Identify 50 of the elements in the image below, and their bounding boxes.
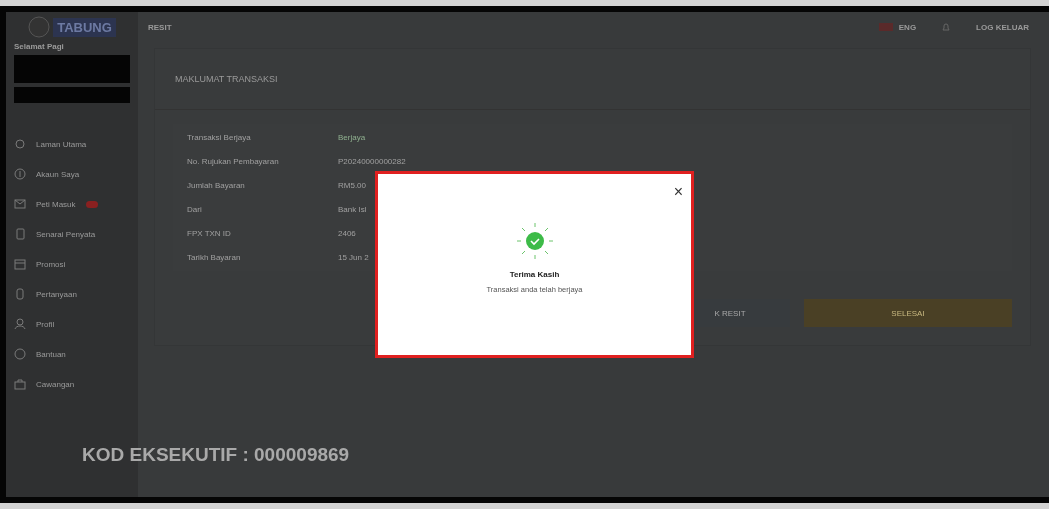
sidebar-label: Cawangan (36, 379, 75, 389)
detail-label: Tarikh Bayaran (186, 252, 241, 264)
panel-title: MAKLUMAT TRANSAKSI (155, 49, 1030, 110)
sidebar-label: Akaun Saya (36, 169, 80, 179)
detail-label: No. Rujukan Pembayaran (186, 156, 279, 168)
sidebar-item[interactable]: Promosi (14, 251, 130, 277)
coin-icon (14, 168, 26, 180)
sidebar-item[interactable]: Bantuan (14, 341, 130, 367)
dialog-title: Terima Kasih (509, 270, 560, 279)
close-button[interactable]: × (671, 184, 685, 200)
sidebar-label: Peti Masuk (36, 199, 76, 209)
bag-icon (14, 378, 26, 390)
sidebar-item[interactable]: Senarai Penyata (14, 221, 130, 247)
sidebar-item[interactable]: Profil (14, 311, 130, 337)
detail-label: FPX TXN ID (186, 228, 231, 240)
detail-value: RM5.00 (338, 180, 366, 192)
success-check-icon (515, 222, 554, 260)
sidebar-label: Laman Utama (36, 139, 87, 149)
flag-icon (878, 23, 893, 31)
detail-label: Jumlah Bayaran (186, 180, 245, 192)
language-link[interactable]: ENG (898, 22, 917, 32)
user-icon (14, 318, 26, 330)
detail-value: P20240000000282 (338, 156, 406, 168)
calendar-icon (14, 258, 26, 270)
bell-icon[interactable] (942, 22, 951, 32)
detail-label: Transaksi Berjaya (186, 132, 251, 144)
document-icon (14, 228, 26, 240)
detail-value: 15 Jun 2 (338, 252, 369, 264)
sidebar-item[interactable]: Pertanyaan (14, 281, 130, 307)
sidebar-label: Pertanyaan (36, 289, 77, 299)
mail-icon (14, 198, 26, 210)
sidebar-item[interactable]: Laman Utama (14, 131, 130, 157)
sidebar-label: Senarai Penyata (36, 229, 96, 239)
greeting: Selamat Pagi (14, 42, 65, 51)
phone-icon (14, 288, 26, 300)
detail-value: Berjaya (338, 132, 366, 144)
detail-label: Dari (186, 204, 202, 216)
sidebar-label: Profil (36, 319, 55, 329)
detail-value: 2406 (338, 228, 356, 240)
detail-value: Bank Isl (338, 204, 367, 216)
page-title: RESIT (148, 22, 172, 32)
sidebar-label: Promosi (36, 259, 66, 269)
sidebar-label: Bantuan (36, 349, 66, 359)
finish-button[interactable]: SELESAI (804, 299, 1012, 327)
caption-text: KOD EKSEKUTIF : 000009869 (82, 444, 350, 466)
sidebar-item[interactable]: Akaun Saya (14, 161, 130, 187)
logout-link[interactable]: LOG KELUAR (976, 22, 1029, 32)
sidebar-item[interactable]: Cawangan (14, 371, 130, 397)
sidebar-item[interactable]: Peti Masuk (14, 191, 130, 217)
logo-text: TABUNG (53, 17, 116, 37)
